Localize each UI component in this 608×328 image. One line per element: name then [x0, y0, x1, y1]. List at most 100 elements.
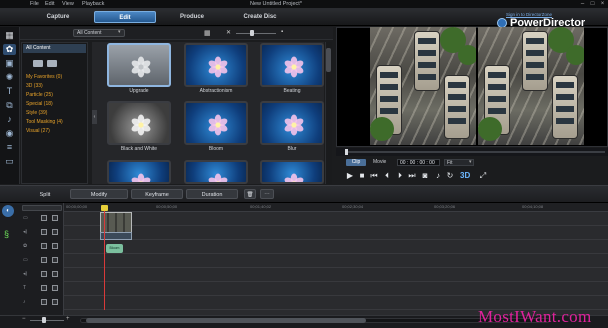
zoom-in-timeline-icon[interactable]: +	[66, 316, 70, 322]
tab-capture[interactable]: Capture	[30, 11, 86, 23]
chapter-room-icon[interactable]: ≡	[3, 142, 16, 153]
minimize-icon[interactable]: –	[578, 1, 587, 8]
category-3d[interactable]: 3D (33)	[26, 83, 43, 89]
rewind-icon[interactable]: ⏴	[382, 171, 392, 181]
subtitle-room-icon[interactable]: ▭	[3, 156, 16, 167]
playhead-handle[interactable]	[101, 205, 108, 211]
timecode-display[interactable]: 00 : 00 : 00 : 00	[397, 159, 440, 166]
effect-tile[interactable]	[107, 160, 171, 184]
track-enable-checkbox[interactable]	[41, 271, 47, 277]
track-lock-checkbox[interactable]	[52, 243, 58, 249]
timeline-zoom-slider[interactable]	[30, 320, 64, 321]
ruler-label: 00;00;00;00	[66, 204, 88, 209]
loop-icon[interactable]: ↻	[445, 171, 455, 181]
effect-tile[interactable]	[260, 43, 324, 87]
menu-view[interactable]: View	[62, 1, 74, 7]
category-particle[interactable]: Particle (25)	[26, 92, 53, 98]
title-room-icon[interactable]: T	[3, 86, 16, 97]
timeline-view-icon[interactable]: ◐	[2, 205, 14, 217]
track-enable-checkbox[interactable]	[41, 243, 47, 249]
movie-mode-button[interactable]: Movie	[373, 159, 393, 166]
forward-icon[interactable]: ⏭	[407, 171, 417, 181]
duration-button[interactable]: Duration	[186, 189, 238, 199]
track-lock-checkbox[interactable]	[52, 257, 58, 263]
tab-create-disc[interactable]: Create Disc	[232, 11, 288, 23]
category-style[interactable]: Style (39)	[26, 110, 47, 116]
media-room-icon[interactable]: ▦	[3, 30, 16, 41]
track-lock-checkbox[interactable]	[52, 285, 58, 291]
effect-tile[interactable]	[184, 43, 248, 87]
collapse-panel-button[interactable]: ‹	[92, 110, 97, 124]
track-lock-checkbox[interactable]	[52, 299, 58, 305]
effect-tile-label: Black and White	[120, 146, 158, 152]
maximize-icon[interactable]: □	[588, 1, 597, 8]
library-scroll-thumb[interactable]	[326, 48, 331, 72]
category-visual[interactable]: Visual (27)	[26, 128, 50, 134]
thumbnail-size-slider[interactable]	[236, 33, 276, 34]
play-icon[interactable]: ▶	[345, 171, 355, 181]
menu-playback[interactable]: Playback	[82, 1, 104, 7]
new-folder-icon[interactable]	[47, 60, 57, 67]
playhead[interactable]	[104, 205, 105, 310]
transition-room-icon[interactable]: ⧉	[3, 100, 16, 111]
zoom-in-icon[interactable]: ▪	[281, 29, 283, 35]
audio-mixing-room-icon[interactable]: ♪	[3, 114, 16, 125]
track-lock-checkbox[interactable]	[52, 215, 58, 221]
thumbnail-size-handle[interactable]	[250, 30, 254, 36]
clip-mode-button[interactable]: Clip	[346, 159, 366, 166]
category-tool-masking[interactable]: Tool Masking (4)	[26, 119, 63, 125]
more-options-icon[interactable]: ⋯	[260, 189, 274, 199]
track-enable-checkbox[interactable]	[41, 299, 47, 305]
3d-mode-button[interactable]: 3D	[460, 171, 470, 180]
split-button[interactable]: Split	[30, 189, 60, 199]
menu-edit[interactable]: Edit	[45, 1, 54, 7]
timeline-scroll-thumb[interactable]	[86, 318, 366, 323]
effect-tile[interactable]	[260, 101, 324, 145]
tab-edit[interactable]: Edit	[94, 11, 156, 23]
track-manager-button[interactable]	[22, 205, 62, 211]
flower-icon	[208, 56, 228, 78]
effect-tile[interactable]	[107, 43, 171, 87]
preview-scrub-handle[interactable]	[345, 149, 348, 155]
track-divider	[64, 295, 608, 296]
ruler-label: 00;04;10;08	[522, 204, 544, 209]
folder-icon[interactable]	[33, 60, 43, 67]
previous-icon[interactable]: ⏮	[369, 171, 379, 181]
track-enable-checkbox[interactable]	[41, 285, 47, 291]
keyframe-button[interactable]: Keyframe	[131, 189, 183, 199]
fullscreen-icon[interactable]: ⤢	[478, 171, 488, 181]
menu-file[interactable]: File	[30, 1, 39, 7]
track-enable-checkbox[interactable]	[41, 257, 47, 263]
zoom-out-timeline-icon[interactable]: −	[22, 316, 26, 322]
volume-icon[interactable]: ♪	[433, 171, 443, 181]
pip-room-icon[interactable]: ▣	[3, 58, 16, 69]
effect-room-icon[interactable]: ✿	[3, 44, 16, 55]
preview-scrub-track[interactable]	[345, 151, 605, 153]
category-my-favorites[interactable]: My Favorites (0)	[26, 74, 62, 80]
voice-over-room-icon[interactable]: ◉	[3, 128, 16, 139]
close-icon[interactable]: ×	[598, 1, 607, 8]
track-enable-checkbox[interactable]	[41, 229, 47, 235]
next-frame-icon[interactable]: ⏵	[395, 171, 405, 181]
modify-button[interactable]: Modify	[70, 189, 128, 199]
snapshot-icon[interactable]: ◙	[420, 171, 430, 181]
effect-tile[interactable]	[107, 101, 171, 145]
category-special[interactable]: Special (18)	[26, 101, 53, 107]
track-type-icon: ◂)	[23, 229, 28, 235]
trash-icon[interactable]: 🗑	[244, 189, 256, 199]
grid-view-icon[interactable]: ▦	[204, 29, 211, 37]
effect-tile[interactable]	[184, 101, 248, 145]
timeline-zoom-handle[interactable]	[42, 317, 46, 323]
stop-icon[interactable]: ■	[357, 171, 367, 181]
tab-produce[interactable]: Produce	[164, 11, 220, 23]
track-lock-checkbox[interactable]	[52, 271, 58, 277]
track-enable-checkbox[interactable]	[41, 215, 47, 221]
track-lock-checkbox[interactable]	[52, 229, 58, 235]
category-all-content[interactable]: All Content	[23, 44, 86, 53]
zoom-out-icon[interactable]: ✕	[226, 29, 231, 36]
link-tracks-icon[interactable]: §	[4, 229, 9, 239]
effect-tile[interactable]	[184, 160, 248, 184]
particle-room-icon[interactable]: ✺	[3, 72, 16, 83]
effect-tile[interactable]	[260, 160, 324, 184]
effect-clip[interactable]: Bloom	[106, 244, 123, 253]
